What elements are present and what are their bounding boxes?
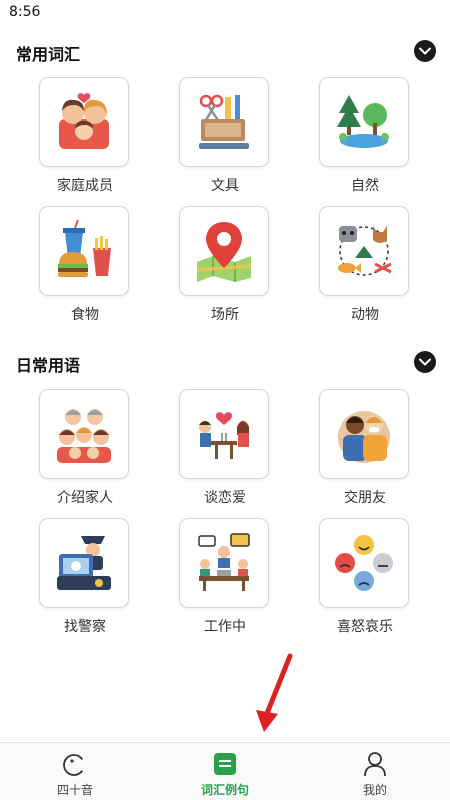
tab-profile[interactable]: 我的 — [300, 743, 450, 800]
tab-label: 词汇例句 — [200, 783, 249, 797]
emotions-icon — [319, 518, 409, 608]
tile-at-work[interactable]: 工作中 — [179, 518, 271, 636]
family-introduction-icon — [39, 389, 129, 479]
tile-make-friends[interactable]: 交朋友 — [319, 389, 411, 507]
police-icon — [39, 518, 129, 608]
tile-label: 工作中 — [204, 619, 246, 635]
section-header-common-vocabulary: 常用词汇 — [0, 37, 450, 67]
annotation-arrow-icon — [256, 653, 293, 732]
friends-icon — [319, 389, 409, 479]
tile-family-members[interactable]: 家庭成员 — [39, 77, 131, 195]
tile-label: 文具 — [211, 178, 239, 194]
tile-label: 喜怒哀乐 — [337, 619, 393, 635]
tile-label: 介绍家人 — [57, 490, 113, 506]
section-title: 日常用语 — [16, 356, 81, 375]
vocabulary-icon — [210, 749, 240, 779]
tab-label: 我的 — [362, 783, 387, 797]
nature-icon — [319, 77, 409, 167]
section-title: 常用词汇 — [16, 45, 81, 64]
tile-nature[interactable]: 自然 — [319, 77, 411, 195]
tile-find-police[interactable]: 找警察 — [39, 518, 131, 636]
tile-label: 场所 — [211, 307, 239, 323]
tile-label: 家庭成员 — [57, 178, 113, 194]
tile-stationery[interactable]: 文具 — [179, 77, 271, 195]
office-meeting-icon — [179, 518, 269, 608]
tile-emotions[interactable]: 喜怒哀乐 — [319, 518, 411, 636]
animals-icon — [319, 206, 409, 296]
bottom-tab-bar: 四十音 词汇例句 我的 — [0, 742, 450, 800]
stationery-icon — [179, 77, 269, 167]
tile-label: 谈恋爱 — [204, 490, 246, 506]
tile-label: 交朋友 — [344, 490, 386, 506]
tile-label: 自然 — [351, 178, 379, 194]
kana-icon — [60, 749, 90, 779]
tab-label: 四十音 — [56, 783, 93, 797]
tile-animals[interactable]: 动物 — [319, 206, 411, 324]
section-header-daily-phrases: 日常用语 — [0, 348, 450, 378]
tile-food[interactable]: 食物 — [39, 206, 131, 324]
status-time: 8:56 — [9, 4, 41, 20]
tile-label: 动物 — [351, 307, 379, 323]
tile-places[interactable]: 场所 — [179, 206, 271, 324]
tile-label: 找警察 — [64, 619, 106, 635]
tile-label: 食物 — [71, 307, 99, 323]
collapse-toggle-icon[interactable] — [414, 351, 436, 373]
family-icon — [39, 77, 129, 167]
tile-dating[interactable]: 谈恋爱 — [179, 389, 271, 507]
map-pin-icon — [179, 206, 269, 296]
food-icon — [39, 206, 129, 296]
dating-couple-icon — [179, 389, 269, 479]
collapse-toggle-icon[interactable] — [414, 40, 436, 62]
tile-introduce-family[interactable]: 介绍家人 — [39, 389, 131, 507]
user-icon — [360, 749, 390, 779]
tab-vocabulary[interactable]: 词汇例句 — [150, 743, 300, 800]
status-bar: 8:56 — [0, 0, 450, 26]
tab-kana[interactable]: 四十音 — [0, 743, 150, 800]
